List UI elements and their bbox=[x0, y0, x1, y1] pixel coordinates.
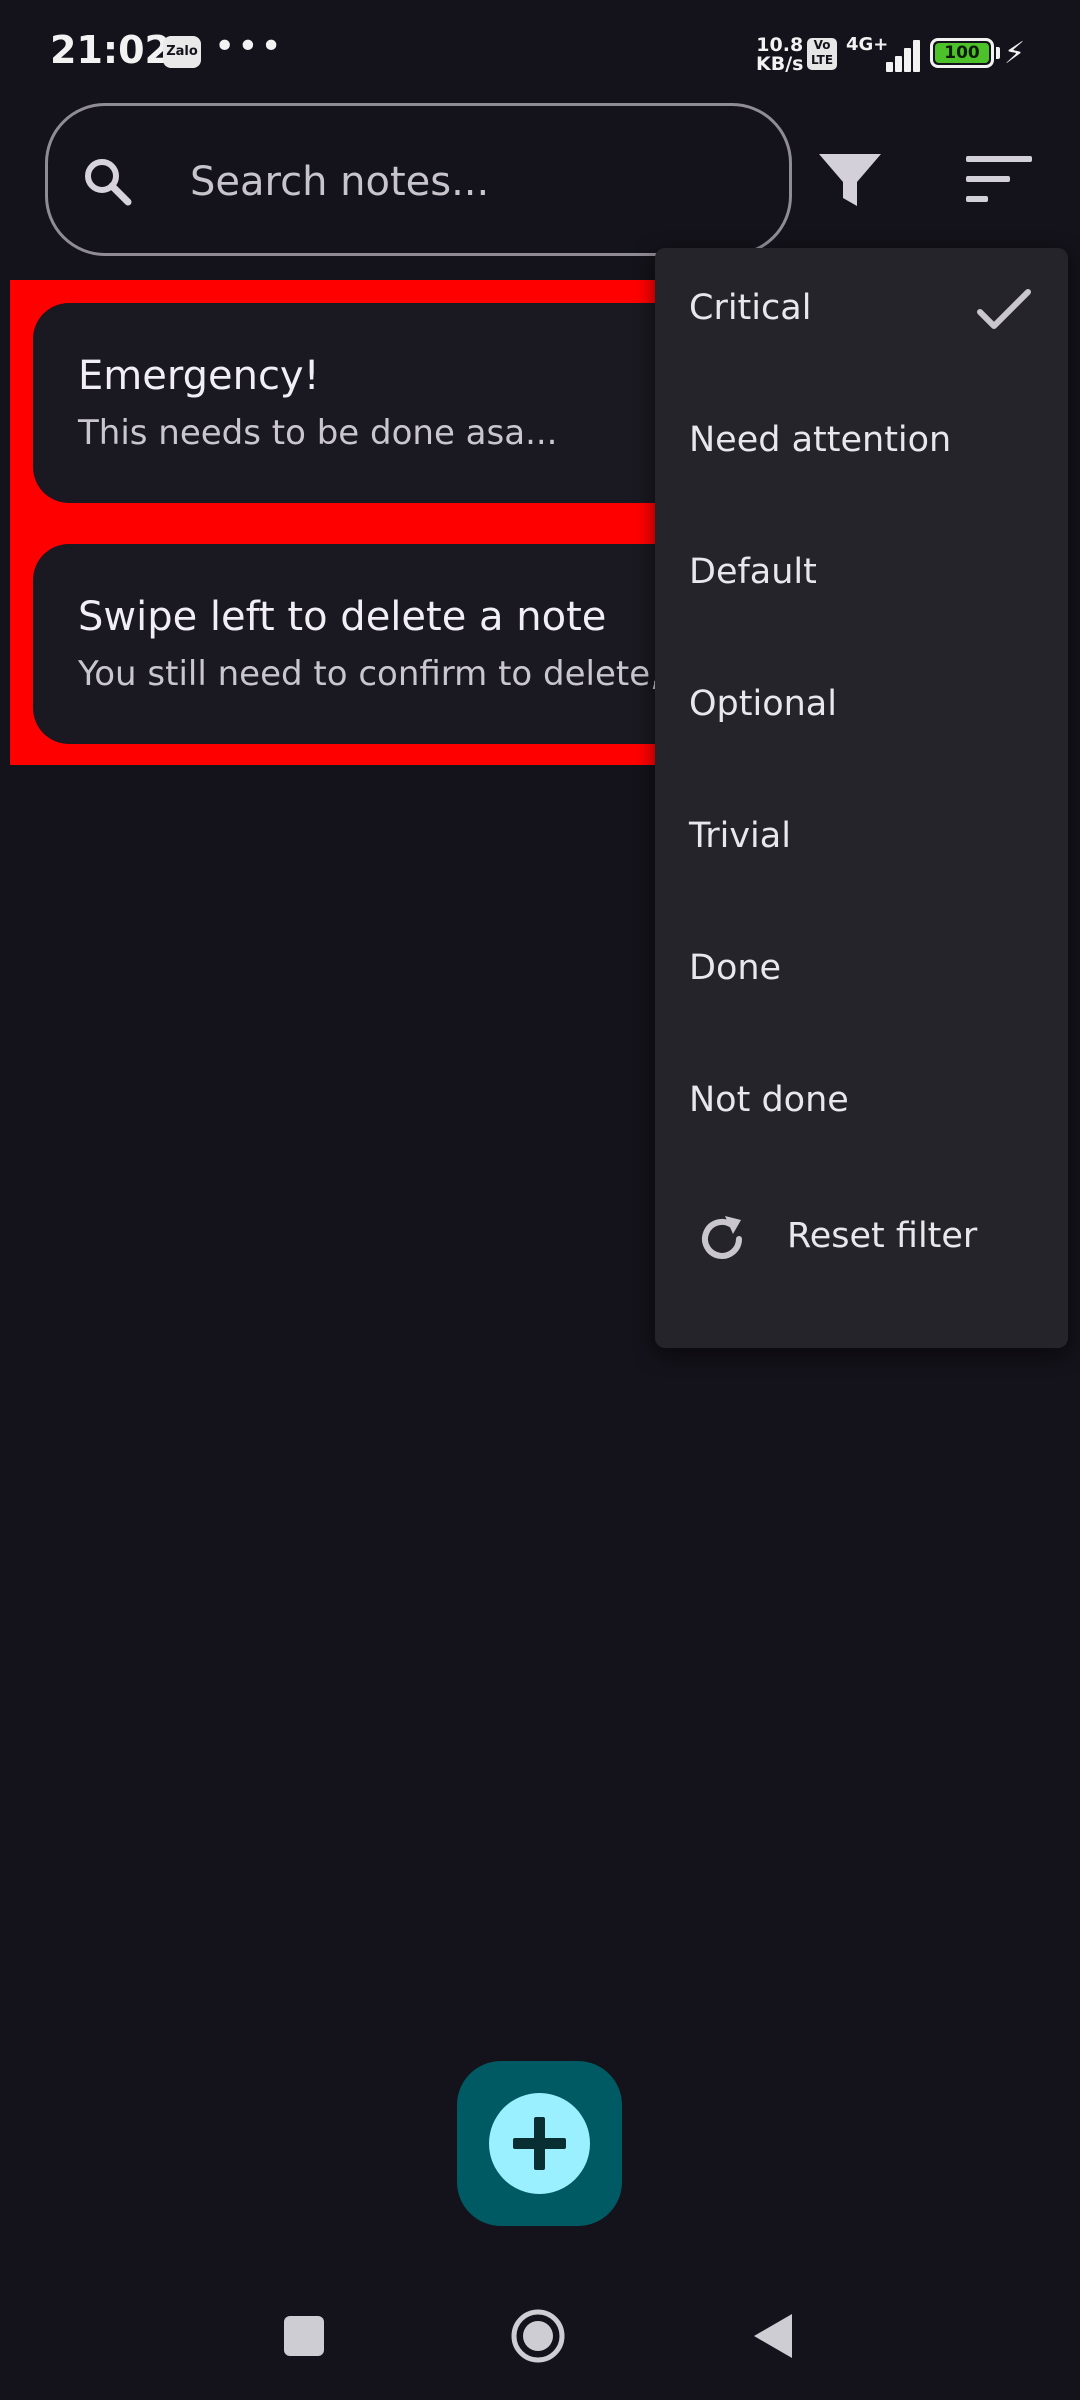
filter-item-done[interactable]: Done bbox=[655, 908, 1068, 1040]
battery-level: 100 bbox=[944, 43, 980, 63]
refresh-icon bbox=[702, 1216, 742, 1259]
search-icon bbox=[85, 159, 132, 206]
filter-item-not-done[interactable]: Not done bbox=[655, 1040, 1068, 1172]
filter-funnel-icon[interactable] bbox=[815, 140, 885, 220]
zalo-notification-icon: Zalo bbox=[163, 36, 201, 68]
filter-item-default[interactable]: Default bbox=[655, 512, 1068, 644]
check-icon bbox=[977, 289, 1031, 329]
filter-item-trivial[interactable]: Trivial bbox=[655, 776, 1068, 908]
recent-apps-icon[interactable] bbox=[284, 2316, 324, 2356]
volte-icon: Vo LTE bbox=[807, 38, 837, 70]
filter-item-need-attention[interactable]: Need attention bbox=[655, 380, 1068, 512]
filter-item-label: Optional bbox=[689, 684, 837, 724]
filter-item-label: Done bbox=[689, 948, 782, 988]
reset-filter-label: Reset filter bbox=[787, 1216, 978, 1256]
filter-item-critical[interactable]: Critical bbox=[655, 248, 1068, 380]
filter-menu: Critical Need attention Default Optional… bbox=[655, 248, 1068, 1348]
filter-item-label: Not done bbox=[689, 1080, 849, 1120]
filter-item-label: Critical bbox=[689, 288, 812, 328]
note-card[interactable]: Emergency! This needs to be done asa... bbox=[33, 303, 713, 503]
note-title: Emergency! bbox=[78, 353, 320, 399]
home-icon[interactable] bbox=[510, 2308, 566, 2364]
status-time: 21:02 bbox=[50, 28, 171, 72]
note-card[interactable]: Swipe left to delete a note You still ne… bbox=[33, 544, 713, 744]
filter-item-label: Need attention bbox=[689, 420, 952, 460]
sort-lines-icon[interactable] bbox=[962, 150, 1042, 210]
search-input[interactable] bbox=[188, 146, 752, 218]
fab-icon-background bbox=[489, 2093, 590, 2194]
system-nav-bar bbox=[0, 2280, 1080, 2400]
note-title: Swipe left to delete a note bbox=[78, 594, 607, 640]
more-notifications-icon: ••• bbox=[214, 26, 284, 67]
charging-icon: ⚡ bbox=[1004, 36, 1026, 71]
status-bar: 21:02 Zalo ••• 10.8 KB/s Vo LTE 4G+ 100 ⚡ bbox=[0, 0, 1080, 100]
add-note-button[interactable] bbox=[457, 2061, 622, 2226]
note-preview: This needs to be done asa... bbox=[78, 413, 558, 453]
note-preview: You still need to confirm to delete, bbox=[78, 654, 661, 694]
back-icon[interactable] bbox=[750, 2310, 796, 2362]
reset-filter-button[interactable]: Reset filter bbox=[655, 1172, 1068, 1304]
battery-cap bbox=[996, 47, 1000, 59]
signal-strength-icon bbox=[870, 38, 920, 72]
network-speed-unit: KB/s bbox=[756, 53, 804, 75]
filter-item-label: Default bbox=[689, 552, 817, 592]
search-bar[interactable] bbox=[45, 103, 792, 256]
network-speed: 10.8 KB/s bbox=[756, 36, 803, 74]
battery-icon: 100 bbox=[930, 38, 994, 68]
filter-item-optional[interactable]: Optional bbox=[655, 644, 1068, 776]
plus-icon bbox=[513, 2117, 566, 2170]
filter-item-label: Trivial bbox=[689, 816, 791, 856]
